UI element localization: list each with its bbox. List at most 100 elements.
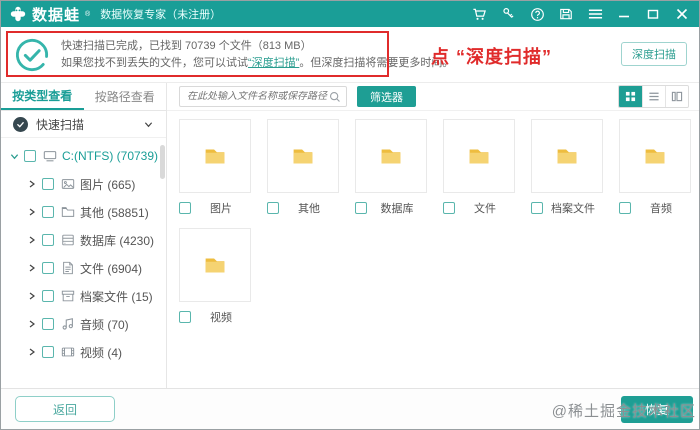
folder-icon <box>205 149 225 164</box>
tree-node-label: 数据库 (4230) <box>80 233 155 248</box>
image-icon <box>60 177 75 192</box>
tree-node-other[interactable]: 其他 (58851) <box>1 198 166 226</box>
checkbox[interactable] <box>42 262 54 274</box>
checkbox[interactable] <box>42 234 54 246</box>
hint-prefix: 如果您找不到丢失的文件，您可以试试 <box>61 56 248 69</box>
sidebar-scrollbar[interactable] <box>160 145 165 179</box>
view-tabs: 按类型查看 按路径查看 <box>1 83 166 111</box>
filter-button[interactable]: 筛选器 <box>357 86 416 107</box>
scan-result-banner: 快速扫描已完成，已找到 70739 个文件（813 MB） 如果您找不到丢失的文… <box>1 27 699 83</box>
recover-button[interactable]: 恢复 <box>621 396 693 423</box>
scan-hint-line: 如果您找不到丢失的文件，您可以试试“深度扫描”。但深度扫描将需要更多时间。 <box>61 55 453 72</box>
scan-done-icon <box>13 116 28 132</box>
folder-label: 音频 <box>650 203 672 215</box>
tree-node-audio[interactable]: 音频 (70) <box>1 310 166 338</box>
save-icon[interactable] <box>555 4 577 24</box>
checkbox[interactable] <box>267 202 279 214</box>
checkbox[interactable] <box>443 202 455 214</box>
chevron-down-icon[interactable] <box>9 151 19 161</box>
folder-card[interactable] <box>619 119 691 193</box>
chevron-right-icon[interactable] <box>27 235 37 245</box>
checkbox[interactable] <box>179 311 191 323</box>
chevron-right-icon[interactable] <box>27 291 37 301</box>
main-panel: 筛选器 <box>167 83 699 388</box>
tree-node-images[interactable]: 图片 (665) <box>1 170 166 198</box>
chevron-right-icon[interactable] <box>27 179 37 189</box>
tree-node-files[interactable]: 文件 (6904) <box>1 254 166 282</box>
close-icon[interactable] <box>671 4 693 24</box>
view-toggle-group <box>618 85 689 108</box>
checkbox[interactable] <box>42 290 54 302</box>
checkbox[interactable] <box>42 346 54 358</box>
chevron-down-icon[interactable] <box>143 119 153 129</box>
sidebar: 按类型查看 按路径查看 快速扫描 C:(NTFS) (70739) 图片 (66… <box>1 83 167 388</box>
red-annotation-text: 点 “深度扫描” <box>431 47 553 67</box>
folder-card[interactable] <box>267 119 339 193</box>
success-check-icon <box>15 38 49 71</box>
tab-view-by-path[interactable]: 按路径查看 <box>84 83 167 110</box>
folder-icon <box>205 258 225 273</box>
chevron-right-icon[interactable] <box>27 263 37 273</box>
tree-node-label: 视频 (4) <box>80 345 123 360</box>
folder-card[interactable] <box>355 119 427 193</box>
checkbox[interactable] <box>179 202 191 214</box>
folder-label: 数据库 <box>380 203 414 215</box>
minimize-icon[interactable] <box>613 4 635 24</box>
tree-node-archives[interactable]: 档案文件 (15) <box>1 282 166 310</box>
folder-card[interactable] <box>179 228 251 302</box>
folder-card[interactable] <box>179 119 251 193</box>
database-icon <box>60 233 75 248</box>
chevron-right-icon[interactable] <box>27 207 37 217</box>
registered-mark: ® <box>85 10 91 18</box>
app-subtitle: 数据恢复专家（未注册） <box>100 9 222 21</box>
checkbox[interactable] <box>355 202 367 214</box>
checkbox[interactable] <box>42 178 54 190</box>
grid-item-images: 图片 <box>179 119 251 216</box>
folder-label: 文件 <box>474 203 496 215</box>
chevron-right-icon[interactable] <box>27 347 37 357</box>
search-icon[interactable] <box>329 91 341 103</box>
grid-item-other: 其他 <box>267 119 339 216</box>
menu-icon[interactable] <box>584 4 606 24</box>
checkbox[interactable] <box>619 202 631 214</box>
scan-mode-selector[interactable]: 快速扫描 <box>1 111 166 138</box>
preview-pane-icon[interactable] <box>665 86 688 107</box>
folder-icon <box>60 205 75 220</box>
tree-node-label: 其他 (58851) <box>80 205 149 220</box>
folder-icon <box>293 149 313 164</box>
grid-item-video: 视频 <box>179 228 251 325</box>
folder-label: 视频 <box>210 312 232 324</box>
folder-grid: 图片 其他 数据库 文件 档案文件 音频 视频 <box>167 111 699 388</box>
folder-card[interactable] <box>443 119 515 193</box>
grid-item-audio: 音频 <box>619 119 691 216</box>
deep-scan-button[interactable]: 深度扫描 <box>621 42 687 66</box>
checkbox[interactable] <box>24 150 36 162</box>
file-icon <box>60 261 75 276</box>
search-input[interactable] <box>187 91 329 102</box>
grid-item-files: 文件 <box>443 119 515 216</box>
help-icon[interactable] <box>526 4 548 24</box>
maximize-icon[interactable] <box>642 4 664 24</box>
frog-logo-icon <box>10 6 26 22</box>
cart-icon[interactable] <box>468 4 490 24</box>
chevron-right-icon[interactable] <box>27 319 37 329</box>
tree-node-drive-c[interactable]: C:(NTFS) (70739) <box>1 142 166 170</box>
list-view-icon[interactable] <box>642 86 665 107</box>
checkbox[interactable] <box>42 318 54 330</box>
drive-icon <box>42 149 57 164</box>
tree-node-video[interactable]: 视频 (4) <box>1 338 166 366</box>
checkbox[interactable] <box>531 202 543 214</box>
folder-card[interactable] <box>531 119 603 193</box>
back-button[interactable]: 返回 <box>15 396 115 422</box>
grid-view-icon[interactable] <box>619 86 642 107</box>
key-icon[interactable] <box>497 4 519 24</box>
app-window: 数据蛙 ® 数据恢复专家（未注册） 快速扫描已完成，已找到 70739 个文件（… <box>0 0 700 430</box>
tab-view-by-type[interactable]: 按类型查看 <box>1 83 84 110</box>
tree-node-label: 档案文件 (15) <box>80 289 153 304</box>
deep-scan-link[interactable]: “深度扫描” <box>248 57 299 69</box>
scan-mode-label: 快速扫描 <box>36 117 85 132</box>
folder-icon <box>381 149 401 164</box>
search-box[interactable] <box>179 86 347 107</box>
tree-node-database[interactable]: 数据库 (4230) <box>1 226 166 254</box>
checkbox[interactable] <box>42 206 54 218</box>
